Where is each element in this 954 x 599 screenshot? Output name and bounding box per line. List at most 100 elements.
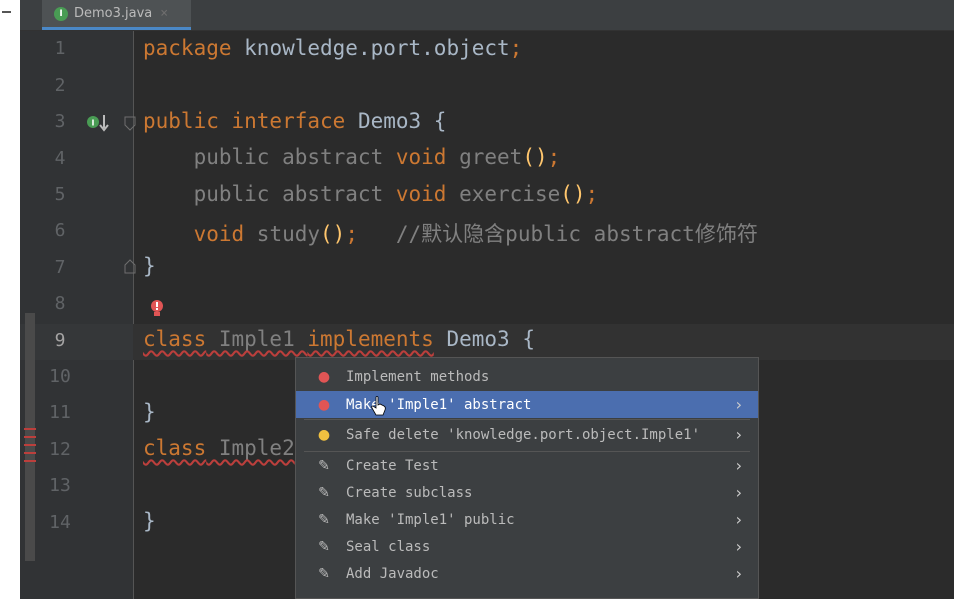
code-token: knowledge.port.object (231, 36, 510, 60)
menu-item-implement-methods[interactable]: ● Implement methods (296, 363, 758, 390)
fold-icon[interactable] (123, 116, 137, 132)
line-number: 3 (54, 111, 66, 132)
menu-item-label: Create Test (346, 457, 439, 474)
line-number: 6 (54, 220, 66, 241)
hand-cursor-icon (371, 396, 386, 416)
code-token: implements (307, 327, 434, 351)
wand-icon: ✎ (318, 538, 330, 555)
chevron-right-icon[interactable]: › (736, 456, 742, 475)
error-bulb-icon: ● (317, 368, 331, 385)
menu-item-create-test[interactable]: ✎ Create Test › (296, 452, 758, 479)
code-token: public interface (143, 109, 346, 133)
chevron-right-icon[interactable]: › (736, 537, 742, 556)
code-line-14: } (143, 509, 156, 533)
code-token: Demo3 { (433, 327, 535, 351)
interface-icon: I (54, 6, 68, 21)
line-number: 9 (54, 330, 66, 351)
code-line-9: class Imple1 implements Demo3 { (143, 327, 535, 351)
collapse-icon[interactable] (2, 11, 11, 13)
chevron-right-icon[interactable]: › (736, 425, 742, 444)
tab-bar: I Demo3.java × (20, 0, 954, 31)
line-number: 1 (54, 38, 66, 59)
menu-item-label: Safe delete 'knowledge.port.object.Imple… (346, 426, 701, 443)
svg-text:I: I (92, 119, 95, 128)
code-token: public abstract (143, 145, 396, 169)
tab-label: Demo3.java (74, 6, 153, 21)
code-line-4: public abstract void greet(); (143, 145, 561, 169)
code-token: ; (547, 145, 561, 169)
code-token: public abstract (143, 182, 396, 206)
code-token: ; (345, 222, 358, 246)
menu-item-label: Add Javadoc (346, 565, 439, 582)
code-token: Imple1 (206, 327, 308, 351)
wand-icon: ✎ (318, 565, 330, 582)
menu-item-label: Make 'Imple1' public (346, 511, 515, 528)
implemented-interface-icon[interactable]: I (86, 113, 110, 135)
menu-item-make-abstract[interactable]: ● Make 'Imple1' abstract › (296, 391, 758, 418)
menu-item-label: Implement methods (346, 368, 490, 385)
code-token: void (395, 145, 447, 169)
code-line-6: void study(); //默认隐含public abstract修饰符 (143, 218, 758, 248)
left-strip (0, 0, 20, 599)
line-number: 7 (54, 257, 66, 278)
code-token: } (143, 254, 156, 278)
wand-icon: ✎ (318, 511, 330, 528)
wand-icon: ✎ (318, 457, 330, 474)
code-line-12: class Imple2 (143, 436, 295, 460)
code-token: study (244, 222, 321, 246)
code-token: class (143, 327, 207, 351)
code-token: ; (585, 182, 599, 206)
code-token: } (143, 509, 156, 533)
line-number: 2 (54, 75, 66, 96)
code-line-3: public interface Demo3 { (143, 109, 446, 133)
menu-item-create-subclass[interactable]: ✎ Create subclass › (296, 479, 758, 506)
editor-window: I Demo3.java × 1 2 3 4 5 6 7 8 9 10 11 1… (20, 0, 954, 599)
fold-end-icon[interactable] (123, 258, 137, 274)
error-marker[interactable] (24, 452, 36, 454)
chevron-right-icon[interactable]: › (736, 395, 742, 414)
code-line-7: } (143, 254, 156, 278)
line-number: 14 (49, 512, 71, 533)
code-token: package (143, 36, 232, 60)
separator (304, 419, 750, 420)
error-bulb-icon[interactable] (150, 299, 164, 319)
code-token: void (143, 222, 245, 246)
error-marker[interactable] (24, 436, 36, 438)
code-token: greet (446, 145, 523, 169)
code-token: Demo3 { (345, 109, 447, 133)
chevron-right-icon[interactable]: › (736, 483, 742, 502)
code-token: class (143, 436, 207, 460)
bulb-icon: ● (317, 426, 331, 443)
line-number: 13 (49, 475, 71, 496)
intention-actions-popup: ● Implement methods ● Make 'Imple1' abst… (295, 357, 759, 599)
error-marker[interactable] (24, 444, 36, 446)
line-number: 4 (54, 148, 66, 169)
tab-demo3-java[interactable]: I Demo3.java × (42, 0, 191, 30)
menu-item-label: Seal class (346, 538, 431, 555)
code-token: exercise (446, 182, 561, 206)
menu-item-add-javadoc[interactable]: ✎ Add Javadoc › (296, 560, 758, 587)
error-marker[interactable] (24, 428, 36, 430)
code-token: () (522, 145, 548, 169)
code-token: ; (509, 36, 523, 60)
code-token: void (395, 182, 447, 206)
chevron-right-icon[interactable]: › (736, 510, 742, 529)
line-number: 5 (54, 184, 66, 205)
code-token: } (143, 400, 156, 424)
wand-icon: ✎ (318, 484, 330, 501)
code-token: () (320, 222, 346, 246)
code-token: Imple2 (206, 436, 295, 460)
line-number: 12 (49, 439, 71, 460)
line-number: 8 (54, 293, 66, 314)
line-number: 10 (49, 366, 71, 387)
menu-item-safe-delete[interactable]: ● Safe delete 'knowledge.port.object.Imp… (296, 421, 758, 448)
close-icon[interactable]: × (160, 6, 168, 21)
line-number: 11 (49, 402, 71, 423)
menu-item-seal-class[interactable]: ✎ Seal class › (296, 533, 758, 560)
code-line-1: package knowledge.port.object; (143, 36, 522, 60)
comment: //默认隐含public abstract修饰符 (357, 222, 758, 246)
menu-item-make-public[interactable]: ✎ Make 'Imple1' public › (296, 506, 758, 533)
code-token: () (560, 182, 586, 206)
chevron-right-icon[interactable]: › (736, 564, 742, 583)
error-marker[interactable] (24, 460, 36, 462)
